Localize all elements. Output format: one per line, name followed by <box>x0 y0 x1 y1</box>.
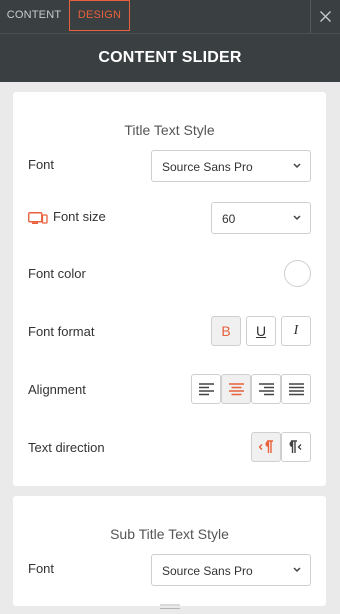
section-title: Sub Title Text Style <box>110 526 229 542</box>
font-format-label: Font format <box>28 324 95 339</box>
align-justify-button[interactable] <box>281 374 311 404</box>
align-left-icon <box>199 383 214 396</box>
italic-button[interactable]: I <box>281 316 311 346</box>
ltr-pilcrow-icon <box>289 440 302 453</box>
italic-icon: I <box>293 323 299 338</box>
tab-design[interactable]: DESIGN <box>69 0 130 31</box>
align-center-button[interactable] <box>221 374 251 404</box>
align-center-icon <box>229 383 244 396</box>
align-right-button[interactable] <box>251 374 281 404</box>
responsive-devices-icon[interactable] <box>28 212 48 224</box>
font-label: Font <box>28 561 55 576</box>
underline-icon: U <box>255 323 267 339</box>
font-color-label: Font color <box>28 266 86 281</box>
bold-button[interactable]: B <box>211 316 241 346</box>
chevron-down-icon <box>293 163 301 169</box>
panel-title: CONTENT SLIDER <box>98 49 242 66</box>
panel-header: CONTENT SLIDER <box>0 33 340 82</box>
rtl-direction-button[interactable] <box>251 432 281 462</box>
close-icon <box>320 11 331 22</box>
align-right-icon <box>259 383 274 396</box>
font-select[interactable]: Source Sans Pro <box>151 150 311 182</box>
subtitle-text-style-card: Sub Title Text Style Font Source Sans Pr… <box>13 496 326 606</box>
font-select-value: Source Sans Pro <box>162 160 253 174</box>
font-label: Font <box>28 157 55 172</box>
rtl-pilcrow-icon <box>259 440 273 453</box>
tab-content[interactable]: CONTENT <box>0 0 68 31</box>
ltr-direction-button[interactable] <box>281 432 311 462</box>
title-text-style-card: Title Text Style Font Source Sans Pro Fo… <box>13 92 326 486</box>
align-left-button[interactable] <box>191 374 221 404</box>
chevron-down-icon <box>293 567 301 573</box>
font-color-picker[interactable] <box>284 260 311 287</box>
section-title: Title Text Style <box>124 122 215 138</box>
bold-icon: B <box>221 323 231 339</box>
chevron-down-icon <box>293 215 301 221</box>
font-size-select[interactable]: 60 <box>211 202 311 234</box>
underline-button[interactable]: U <box>246 316 276 346</box>
resize-grip-icon[interactable] <box>160 604 180 610</box>
align-justify-icon <box>289 383 304 396</box>
text-direction-label: Text direction <box>28 440 105 455</box>
tab-bar: CONTENT DESIGN <box>0 0 340 33</box>
close-button[interactable] <box>310 0 340 33</box>
alignment-label: Alignment <box>28 382 86 397</box>
subtitle-font-select[interactable]: Source Sans Pro <box>151 554 311 586</box>
font-size-value: 60 <box>222 212 236 226</box>
font-size-label: Font size <box>53 209 106 224</box>
font-select-value: Source Sans Pro <box>162 564 253 578</box>
